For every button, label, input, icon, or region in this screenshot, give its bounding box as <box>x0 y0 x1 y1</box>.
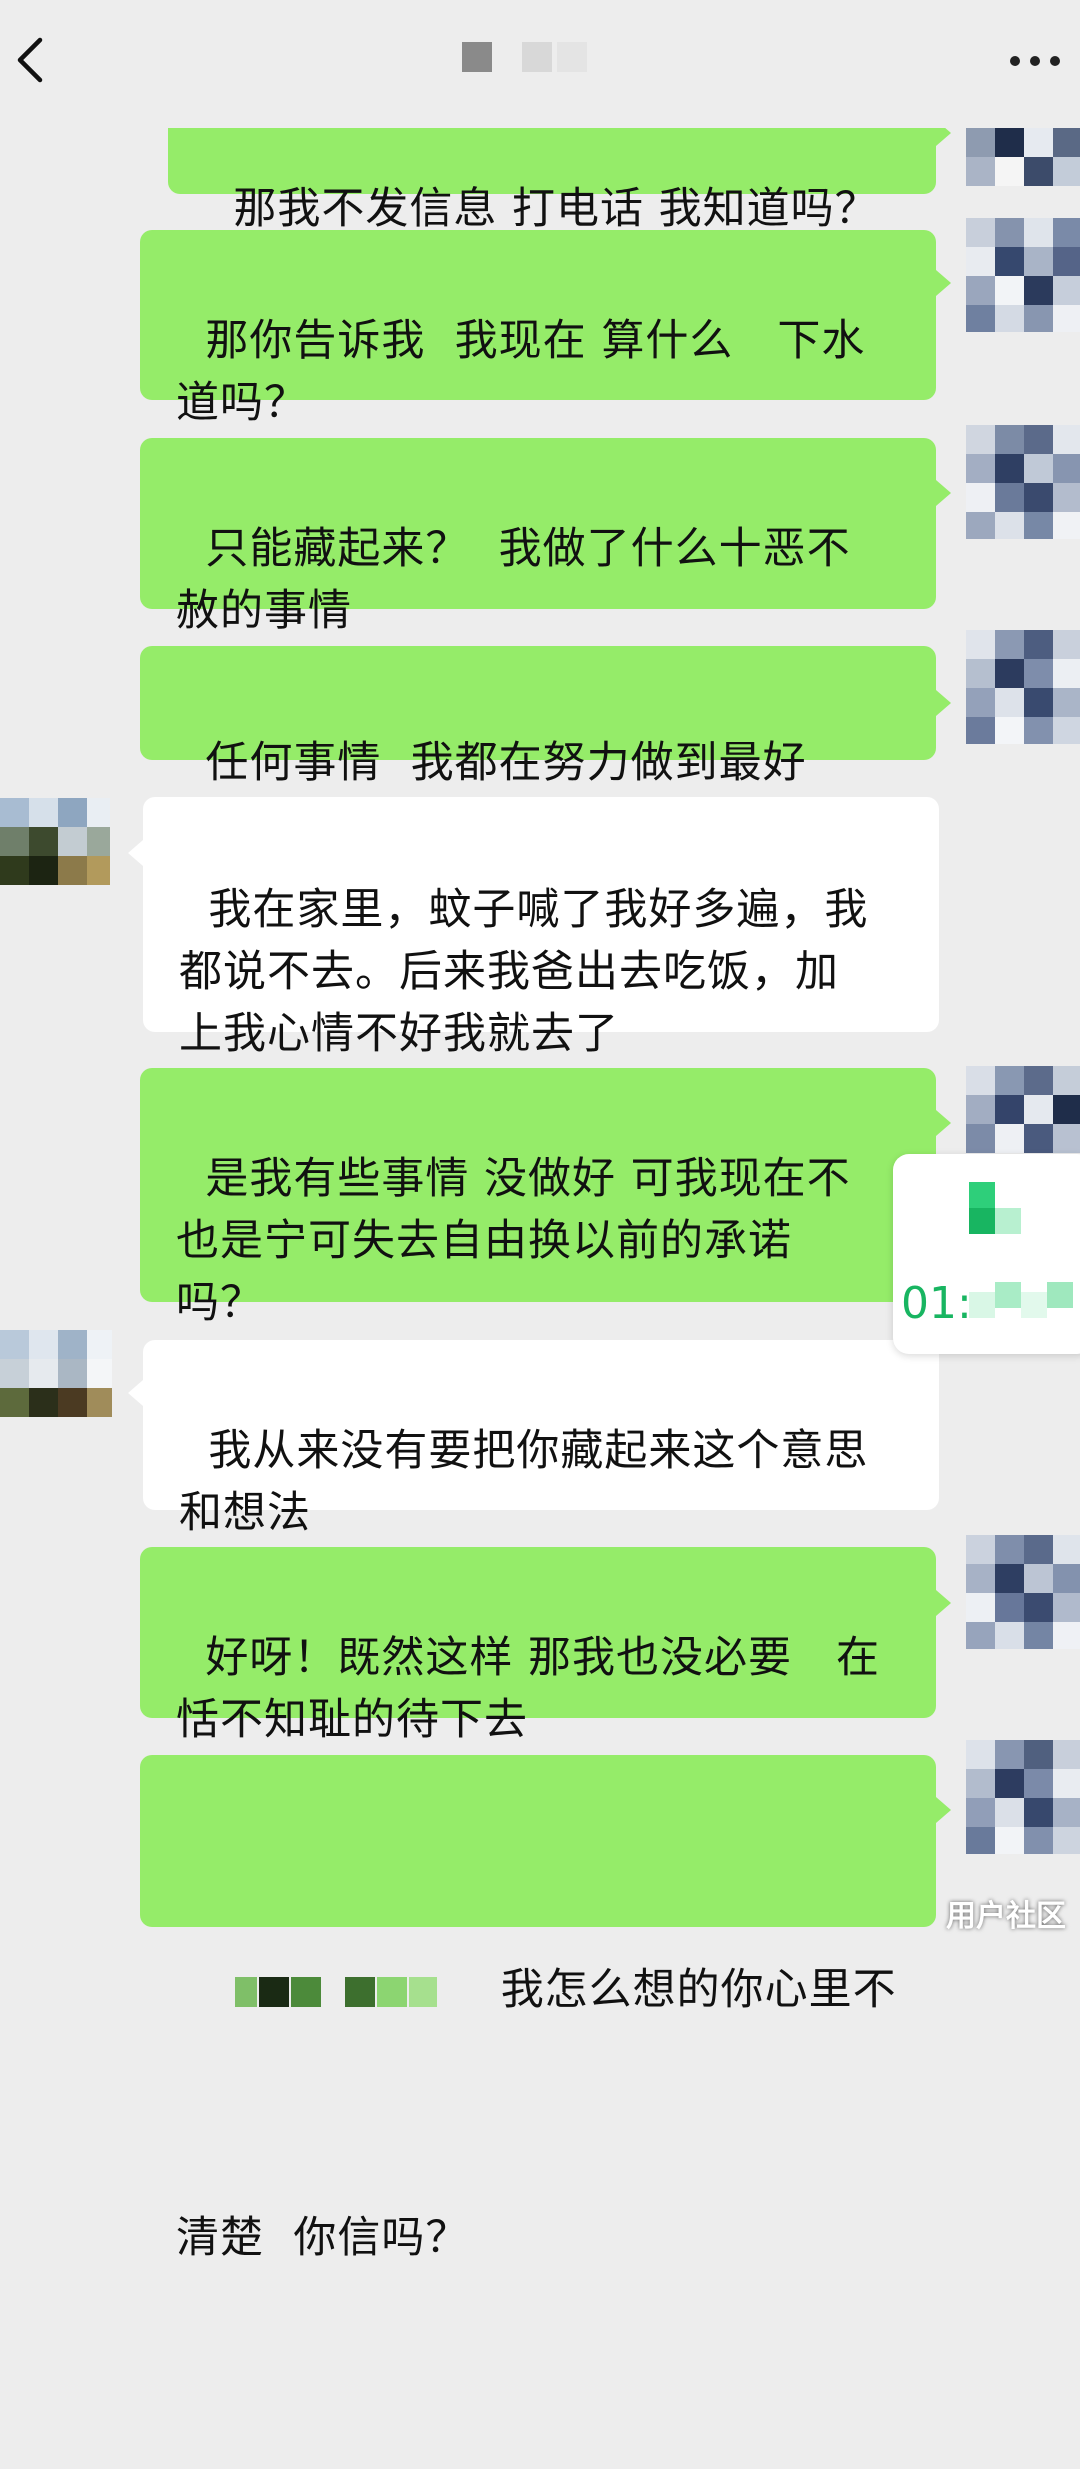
floating-card-redacted <box>969 1182 1080 1318</box>
bubble-tail <box>128 1380 143 1406</box>
message-text: 任何事情 我都在努力做到最好 <box>205 738 807 788</box>
message-text: 只能藏起来？ 我做了什么十恶不 赦的事情 <box>176 524 851 636</box>
message-bubble-sent[interactable]: 我怎么想的你心里不 清楚 你信吗？ <box>140 1755 936 2263</box>
avatar-self[interactable] <box>966 1535 1080 1649</box>
redacted-text <box>234 1973 445 2013</box>
chevron-left-icon <box>17 37 43 83</box>
avatar-self[interactable] <box>966 630 1080 744</box>
message-text: 是我有些事情 没做好 可我现在不 也是宁可失去自由换以前的承诺 吗？ <box>176 1154 851 1328</box>
avatar-self[interactable] <box>966 425 1080 539</box>
bubble-tail <box>936 480 951 506</box>
avatar-other[interactable] <box>0 1330 112 1444</box>
message-text: 好呀！既然这样 那我也没必要 在 恬不知耻的待下去 <box>176 1633 881 1745</box>
avatar-self[interactable] <box>966 128 1080 194</box>
message-bubble-sent[interactable]: 是我有些事情 没做好 可我现在不 也是宁可失去自由换以前的承诺 吗？ <box>140 1068 936 1328</box>
call-duration: 01: <box>901 1278 972 1329</box>
message-bubble-sent[interactable]: 那你告诉我 我现在 算什么 下水 道吗？ <box>140 230 936 428</box>
avatar-self[interactable] <box>966 1740 1080 1854</box>
message-text: 那我不发信息 打电话 我知道吗？ <box>233 184 879 234</box>
avatar-other[interactable] <box>0 798 110 912</box>
floating-call-card[interactable]: 01: <box>893 1154 1080 1354</box>
message-bubble-sent[interactable]: 好呀！既然这样 那我也没必要 在 恬不知耻的待下去 <box>140 1547 936 1745</box>
message-text: 我怎么想的你心里不 <box>500 1965 897 2015</box>
message-bubble-received[interactable]: 我从来没有要把你藏起来这个意思 和想法 <box>143 1340 939 1538</box>
message-bubble-received[interactable]: 我在家里，蚊子喊了我好多遍，我 都说不去。后来我爸出去吃饭，加 上我心情不好我就… <box>143 797 939 1059</box>
message-text: 那你告诉我 我现在 算什么 下水 道吗？ <box>176 316 866 428</box>
chat-title-redacted <box>462 42 612 78</box>
avatar-self[interactable] <box>966 218 1080 332</box>
message-bubble-sent[interactable]: 只能藏起来？ 我做了什么十恶不 赦的事情 <box>140 438 936 636</box>
watermark: 用户社区 <box>946 1899 1066 1934</box>
bubble-tail <box>936 1110 951 1136</box>
bubble-tail <box>936 1590 951 1616</box>
back-button[interactable] <box>8 30 58 90</box>
message-bubble-sent[interactable]: 任何事情 我都在努力做到最好 <box>140 646 936 788</box>
message-text: 我从来没有要把你藏起来这个意思 和想法 <box>179 1426 869 1538</box>
bubble-tail <box>128 840 143 866</box>
message-line-1: 我怎么想的你心里不 <box>176 1897 902 2083</box>
bubble-tail <box>936 1797 951 1823</box>
chat-header <box>0 0 1080 128</box>
bubble-tail <box>936 270 951 296</box>
more-button[interactable] <box>1000 40 1070 80</box>
message-text: 我在家里，蚊子喊了我好多遍，我 都说不去。后来我爸出去吃饭，加 上我心情不好我就… <box>179 885 869 1059</box>
bubble-tail <box>936 690 951 716</box>
